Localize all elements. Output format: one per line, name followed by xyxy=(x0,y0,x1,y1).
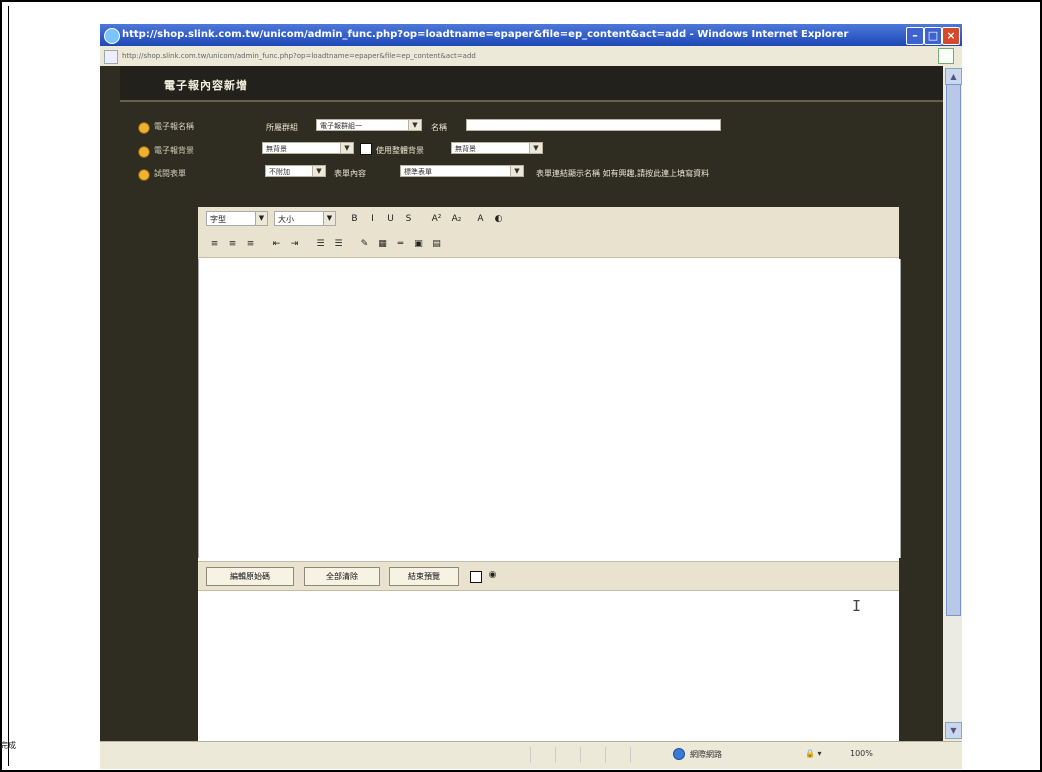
browser-window: http://shop.slink.com.tw/unicom/admin_fu… xyxy=(100,24,962,769)
editor-page: 電子報內容新增 電子報名稱 所屬群組 電子報群組一 ▼ 名稱 電子報背景 無背景 ▼… xyxy=(120,66,943,741)
compat-icon[interactable] xyxy=(938,48,954,64)
status-bar: 網際網路 🔒 ▾ 100% xyxy=(100,741,962,769)
table-icon[interactable]: ▦ xyxy=(376,238,389,251)
separator xyxy=(555,747,556,763)
edit-source-button[interactable]: 編輯原始碼 xyxy=(206,567,294,586)
content-select[interactable]: 標準表單 ▼ xyxy=(400,165,524,177)
ie-logo-icon xyxy=(104,28,120,44)
separator xyxy=(580,747,581,763)
strikethrough-icon[interactable]: S xyxy=(402,213,415,226)
toolbar-row-1: 字型 ▼ 大小 ▼ B I U S A² A₂ A ◐ xyxy=(198,207,899,233)
underline-icon[interactable]: U xyxy=(384,213,397,226)
clear-all-button[interactable]: 全部清除 xyxy=(304,567,380,586)
status-left-text: 完成 xyxy=(0,741,16,750)
address-bar[interactable]: http://shop.slink.com.tw/unicom/admin_fu… xyxy=(100,46,962,66)
font-select[interactable]: 字型 ▼ xyxy=(206,211,268,226)
attach-select[interactable]: 不附加 ▼ xyxy=(265,165,326,177)
ordered-list-icon[interactable]: ☰ xyxy=(314,238,327,251)
page-icon xyxy=(104,50,118,64)
text-cursor-icon: I xyxy=(852,597,862,615)
lock-icon[interactable]: 🔒 ▾ xyxy=(805,749,822,758)
hint-text: 表單連結顯示名稱 如有興趣,請按此連上填寫資料 xyxy=(536,169,710,178)
separator xyxy=(530,747,531,763)
use-bg-checkbox[interactable] xyxy=(360,143,372,155)
use-bg-label: 使用整體背景 xyxy=(376,146,424,155)
image-icon[interactable]: ▣ xyxy=(412,238,425,251)
edit-area[interactable] xyxy=(198,259,901,558)
separator xyxy=(605,747,606,763)
subscript-icon[interactable]: A₂ xyxy=(450,213,463,226)
scroll-up-icon[interactable]: ▲ xyxy=(945,68,962,85)
separator xyxy=(630,747,631,763)
scroll-thumb[interactable] xyxy=(946,84,961,616)
editor-bottom-bar: 編輯原始碼 全部清除 結束預覽 ◉ xyxy=(198,561,899,591)
close-button[interactable]: × xyxy=(942,27,960,45)
align-center-icon[interactable]: ≡ xyxy=(226,238,239,251)
superscript-icon[interactable]: A² xyxy=(430,213,443,226)
zoom-text[interactable]: 100% xyxy=(850,749,873,758)
toolbar-row-2: ≡ ≡ ≡ ⇤ ⇥ ☰ ☰ ✎ ▦ ═ ▣ ▤ xyxy=(198,232,899,258)
group-select[interactable]: 電子報群組一 ▼ xyxy=(316,119,422,131)
end-preview-button[interactable]: 結束預覽 xyxy=(389,567,459,586)
zone-text: 網際網路 xyxy=(690,750,722,759)
chart-icon[interactable]: ▤ xyxy=(430,238,443,251)
indent-icon[interactable]: ⇥ xyxy=(288,238,301,251)
bullet-icon xyxy=(138,122,150,134)
pen-icon[interactable]: ✎ xyxy=(358,238,371,251)
highlight-icon[interactable]: ◐ xyxy=(492,213,505,226)
bold-icon[interactable]: B xyxy=(348,213,361,226)
window-title: http://shop.slink.com.tw/unicom/admin_fu… xyxy=(122,29,849,40)
page-title: 電子報內容新增 xyxy=(164,79,248,92)
horizontal-rule-icon[interactable]: ═ xyxy=(394,238,407,251)
window-titlebar: http://shop.slink.com.tw/unicom/admin_fu… xyxy=(100,24,962,46)
scroll-down-icon[interactable]: ▼ xyxy=(945,722,962,739)
minimize-button[interactable]: – xyxy=(906,27,924,45)
outdent-icon[interactable]: ⇤ xyxy=(270,238,283,251)
bullet-icon xyxy=(138,169,150,181)
bullet-icon xyxy=(138,146,150,158)
page-header: 電子報內容新增 xyxy=(120,66,943,102)
maximize-button[interactable]: □ xyxy=(924,27,942,45)
align-left-icon[interactable]: ≡ xyxy=(208,238,221,251)
preview-checkbox[interactable] xyxy=(470,571,482,583)
italic-icon[interactable]: I xyxy=(366,213,379,226)
bg2-select[interactable]: 無背景 ▼ xyxy=(451,142,543,154)
font-color-icon[interactable]: A xyxy=(474,213,487,226)
size-select[interactable]: 大小 ▼ xyxy=(274,211,336,226)
background-select[interactable]: 無背景 ▼ xyxy=(262,142,354,154)
group-label: 所屬群組 xyxy=(266,123,298,132)
globe-icon xyxy=(673,748,685,760)
eye-icon[interactable]: ◉ xyxy=(486,569,499,582)
content-label: 表單內容 xyxy=(334,169,366,178)
rich-text-editor: 字型▼ 大小▼ B I U S A² A₂ A ◐ ≡ ≡ ≡ ⇤ ⇥ ☰ xyxy=(198,207,901,741)
address-text[interactable]: http://shop.slink.com.tw/unicom/admin_fu… xyxy=(122,46,476,66)
name-input[interactable] xyxy=(466,119,721,131)
preview-area[interactable] xyxy=(198,591,899,741)
name-label: 名稱 xyxy=(431,123,447,132)
align-right-icon[interactable]: ≡ xyxy=(244,238,257,251)
unordered-list-icon[interactable]: ☰ xyxy=(332,238,345,251)
page-scrollbar[interactable]: ▲ ▼ xyxy=(943,66,962,741)
